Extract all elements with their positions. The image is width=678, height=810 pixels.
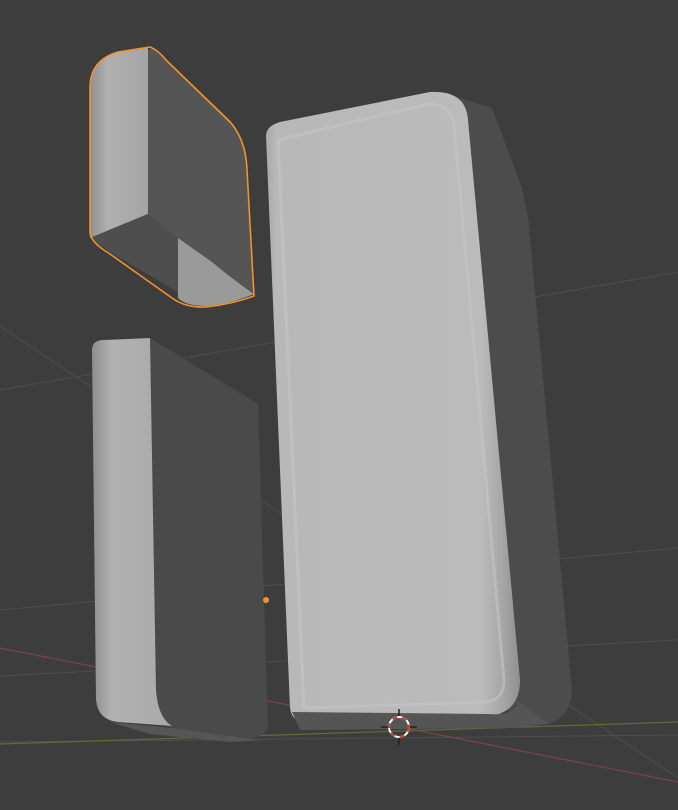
- dot-cap-front: [90, 48, 148, 238]
- object-origin-icon: [263, 597, 269, 603]
- dot-cap-object[interactable]: [89, 46, 255, 308]
- 3d-viewport[interactable]: [0, 0, 678, 810]
- tall-block-object[interactable]: [266, 91, 572, 730]
- short-stem-object[interactable]: [92, 338, 268, 742]
- short-stem-side: [150, 338, 268, 739]
